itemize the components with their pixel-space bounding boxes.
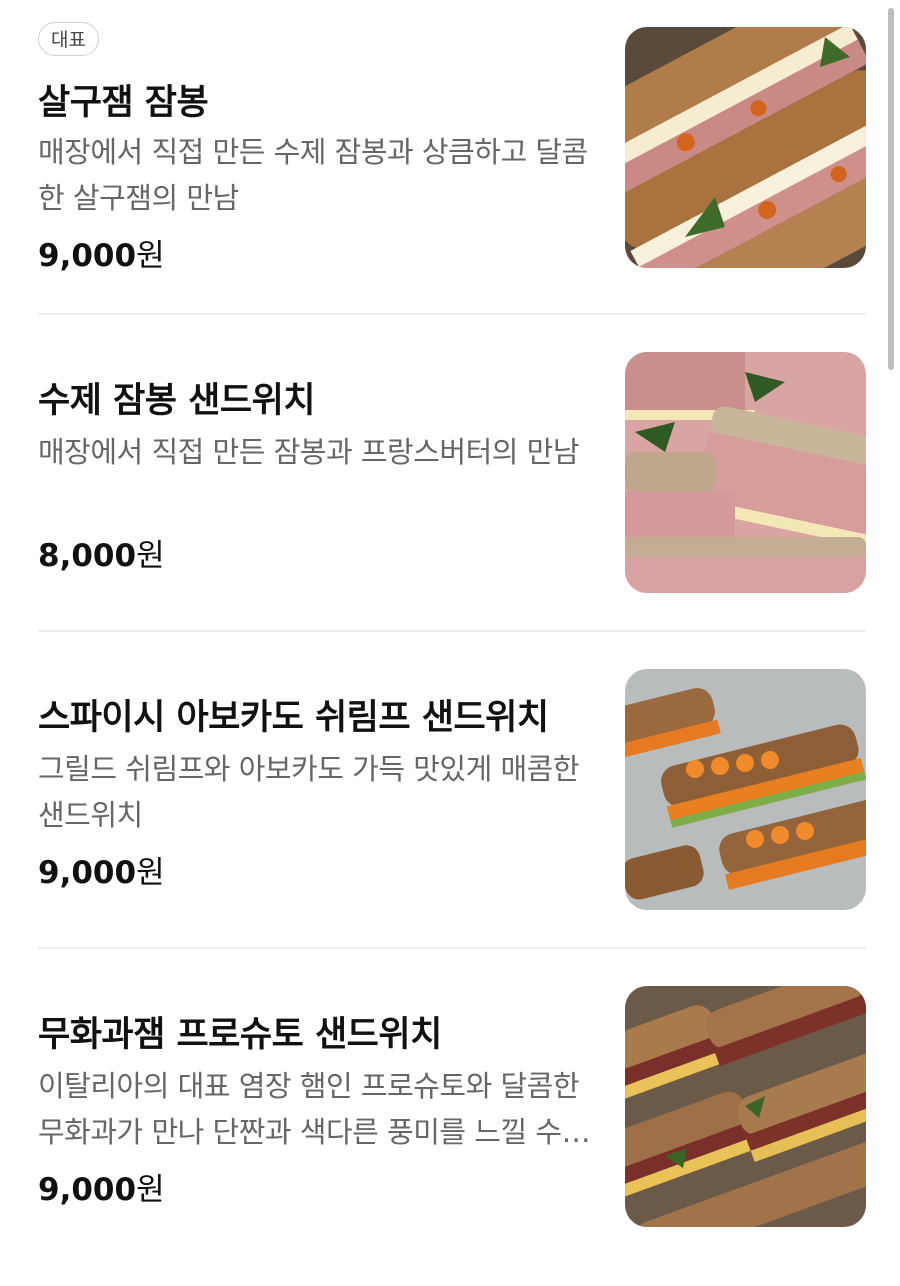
menu-item-description: 이탈리아의 대표 염장 햄인 프로슈토와 달콤한 무화과가 만나 단짠과 색다른… — [38, 1069, 597, 1149]
price-number: 9,000 — [38, 238, 137, 274]
price-unit: 원 — [136, 1172, 165, 1208]
price-unit: 원 — [136, 538, 165, 574]
menu-item-name: 무화과잼 프로슈토 샌드위치 — [38, 1015, 442, 1055]
divider — [38, 947, 866, 949]
menu-item-price: 9,000원 — [38, 847, 165, 892]
menu-item-price: 8,000원 — [38, 530, 165, 575]
price-number: 9,000 — [38, 855, 137, 891]
menu-item[interactable]: 대표 살구잼 잠봉 매장에서 직접 만든 수제 잠봉과 상큼하고 달콤한 살구잼… — [38, 22, 866, 322]
sandwich-photo-icon[interactable] — [625, 986, 866, 1227]
divider — [38, 313, 866, 315]
price-unit: 원 — [136, 855, 165, 891]
menu-item[interactable]: 스파이시 아보카도 쉬림프 샌드위치 그릴드 쉬림프와 아보카도 가득 맛있게 … — [38, 669, 866, 969]
price-unit: 원 — [136, 238, 165, 274]
signature-badge: 대표 — [38, 22, 99, 56]
sandwich-photo-icon[interactable] — [625, 669, 866, 910]
menu-item-description: 그릴드 쉬림프와 아보카도 가득 맛있게 매콤한 샌드위치 — [38, 752, 580, 832]
menu-item[interactable]: 무화과잼 프로슈토 샌드위치 이탈리아의 대표 염장 햄인 프로슈토와 달콤한 … — [38, 986, 866, 1286]
menu-item-description: 매장에서 직접 만든 수제 잠봉과 상큼하고 달콤한 살구잼의 만남 — [38, 135, 588, 215]
menu-item-name: 살구잼 잠봉 — [38, 83, 209, 123]
menu-item-name: 스파이시 아보카도 쉬림프 샌드위치 — [38, 698, 549, 738]
menu-item-description: 매장에서 직접 만든 잠봉과 프랑스버터의 만남 — [38, 435, 580, 469]
menu-item-name: 수제 잠봉 샌드위치 — [38, 381, 315, 421]
menu-item-price: 9,000원 — [38, 230, 165, 275]
divider — [38, 630, 866, 632]
menu-item[interactable]: 수제 잠봉 샌드위치 매장에서 직접 만든 잠봉과 프랑스버터의 만남 8,00… — [38, 352, 866, 652]
menu-item-price: 9,000원 — [38, 1164, 165, 1209]
price-number: 9,000 — [38, 1172, 137, 1208]
scrollbar[interactable] — [888, 8, 894, 370]
sandwich-photo-icon[interactable] — [625, 352, 866, 593]
price-number: 8,000 — [38, 538, 137, 574]
sandwich-photo-icon[interactable] — [625, 27, 866, 268]
